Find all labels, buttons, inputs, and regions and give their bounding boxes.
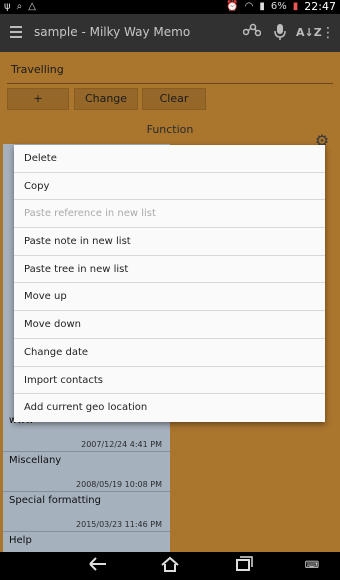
alarm-icon: ⏰ [226,0,239,12]
status-bar: ψ ⌕ △ ⏰ ◠ ▮ 6% ▮ 22:47 [0,0,340,14]
menu-item-move-up[interactable]: Move up [14,283,325,312]
notification-bell-icon: △ [28,1,36,12]
menu-item-move-down[interactable]: Move down [14,311,325,339]
menu-item-paste-reference: Paste reference in new list [14,200,325,229]
battery-level: 6% [270,0,287,12]
signal-icon: ▮ [259,0,265,12]
recent-apps-icon[interactable] [232,556,256,576]
keyboard-switch-icon[interactable]: ⌨ [300,556,324,576]
wifi-icon: ◠ [244,0,254,12]
navigation-bar: ⌨ [0,552,340,580]
clock: 22:47 [304,0,336,13]
search-icon: ⌕ [16,1,23,12]
menu-item-paste-tree[interactable]: Paste tree in new list [14,256,325,284]
menu-item-add-geo-location[interactable]: Add current geo location [14,394,325,422]
home-icon[interactable] [158,556,182,576]
menu-item-delete[interactable]: Delete [14,145,325,173]
back-icon[interactable] [86,556,110,576]
menu-item-change-date[interactable]: Change date [14,339,325,367]
menu-item-paste-note[interactable]: Paste note in new list [14,228,325,256]
context-menu: Delete Copy Paste reference in new list … [14,145,325,422]
menu-item-copy[interactable]: Copy [14,173,325,201]
usb-icon: ψ [4,1,11,12]
menu-item-import-contacts[interactable]: Import contacts [14,367,325,395]
battery-icon: ▮ [292,0,299,12]
